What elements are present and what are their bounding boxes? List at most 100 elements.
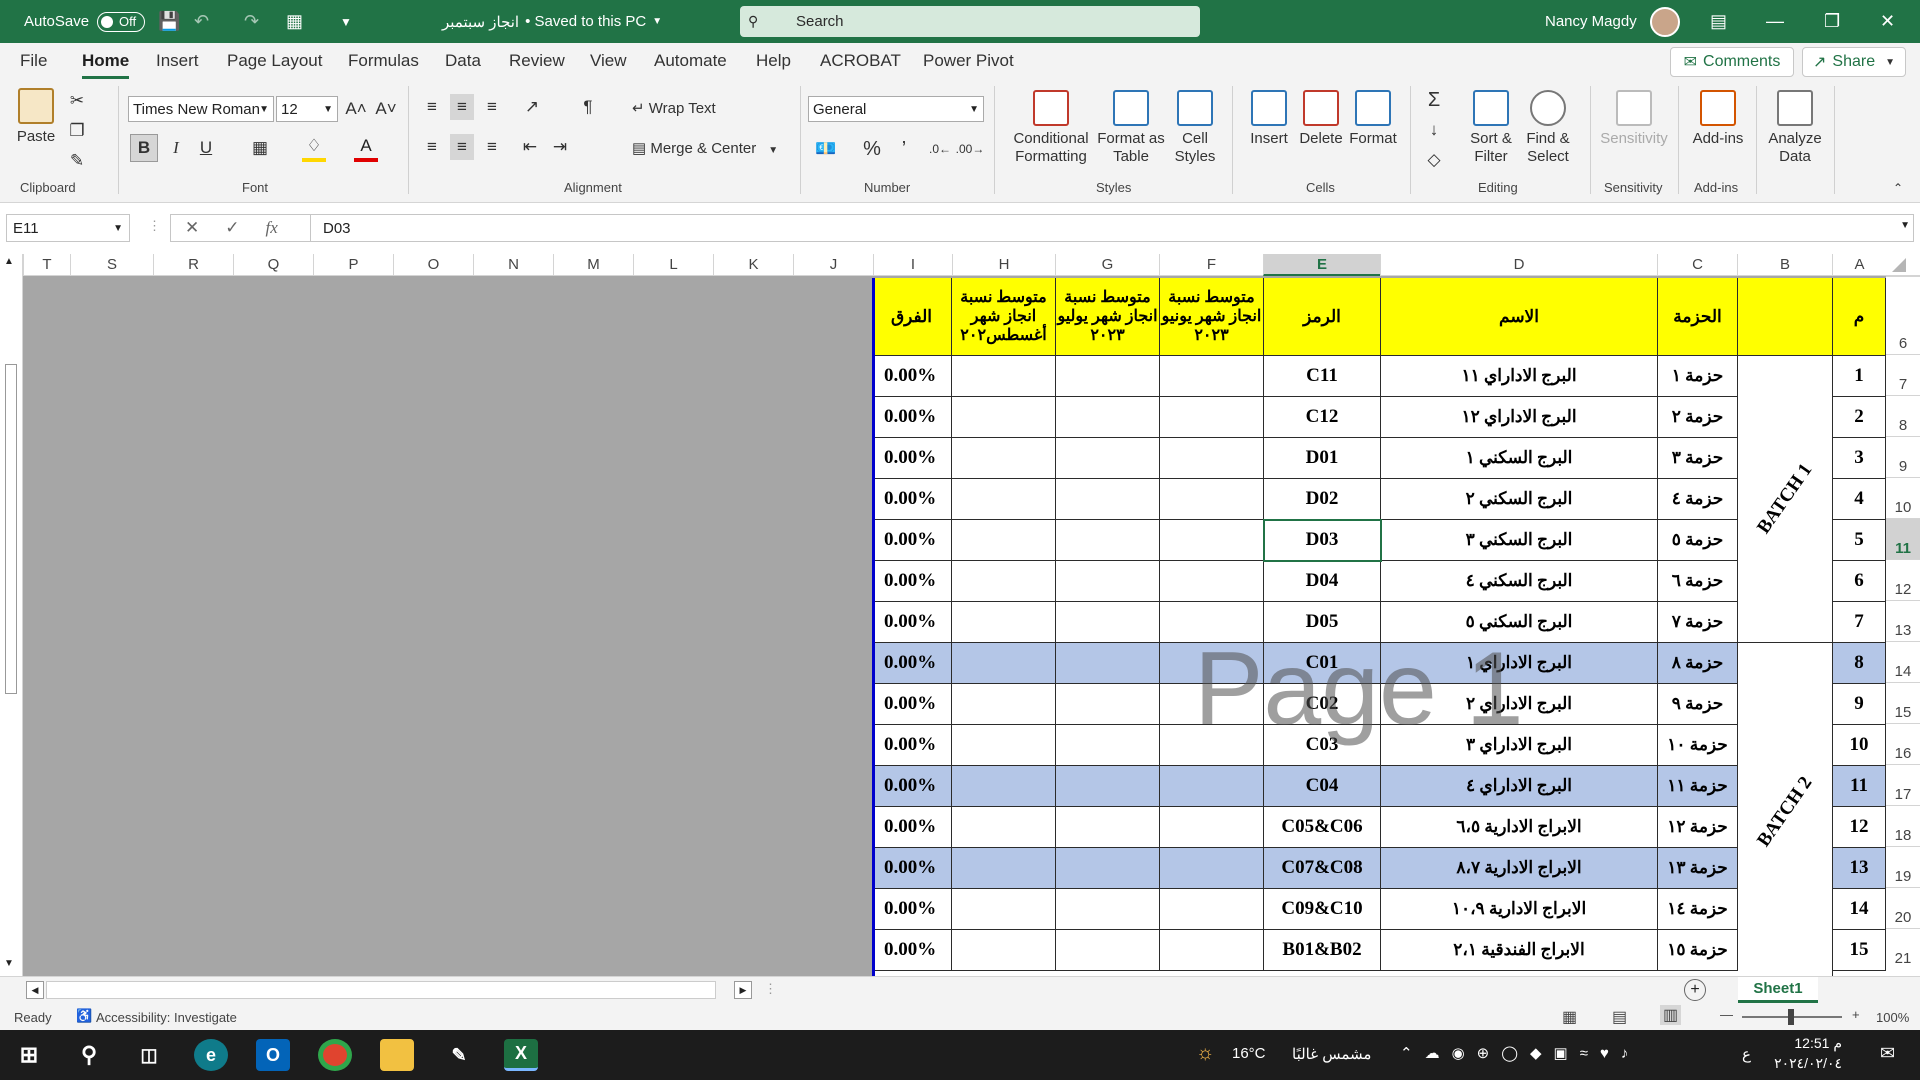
input-language[interactable]: ع: [1742, 1045, 1751, 1063]
column-header-d[interactable]: D: [1380, 254, 1657, 276]
file-explorer-icon[interactable]: [380, 1039, 414, 1071]
increase-indent-icon[interactable]: ⇥: [548, 134, 572, 160]
vertical-scrollbar[interactable]: ▲ ▼: [0, 254, 23, 976]
zoom-in-icon[interactable]: +: [1852, 1007, 1860, 1022]
table-cell-package[interactable]: حزمة ١٠: [1658, 725, 1738, 766]
clear-icon[interactable]: ◇: [1422, 148, 1446, 172]
weather-text[interactable]: مشمس غالبًا: [1292, 1045, 1371, 1063]
row-header-13[interactable]: 13: [1886, 600, 1920, 641]
table-cell-july[interactable]: [1056, 684, 1160, 725]
align-bottom-icon[interactable]: ≡: [480, 94, 504, 120]
worksheet-grid[interactable]: TSRQPONMLKJIHGFEDCBA ▲ ▼ 6 7 8 9 10 11 12 13 14 1…: [0, 254, 1920, 976]
ribbon-display-icon[interactable]: ▤: [1710, 0, 1727, 43]
table-cell-july[interactable]: [1056, 643, 1160, 684]
font-name-select[interactable]: Times New Roman ▼: [128, 96, 274, 122]
column-header-o[interactable]: O: [393, 254, 473, 276]
table-cell-diff[interactable]: 0.00%: [872, 848, 952, 889]
increase-decimal-icon[interactable]: .0←: [928, 136, 952, 162]
table-cell-code[interactable]: D03: [1264, 520, 1381, 561]
search-input[interactable]: ⚲ Search: [740, 6, 1200, 37]
align-top-icon[interactable]: ≡: [420, 94, 444, 120]
table-cell-m[interactable]: 3: [1833, 438, 1886, 479]
table-cell-june[interactable]: [1160, 397, 1264, 438]
header-june[interactable]: متوسط نسبة انجاز شهر يونيو ٢٠٢٣: [1160, 278, 1264, 356]
table-cell-diff[interactable]: 0.00%: [872, 356, 952, 397]
column-header-g[interactable]: G: [1055, 254, 1159, 276]
table-cell-august[interactable]: [952, 602, 1056, 643]
text-direction-icon[interactable]: ¶: [574, 94, 602, 120]
tab-view[interactable]: View: [590, 51, 627, 71]
table-cell-diff[interactable]: 0.00%: [872, 397, 952, 438]
table-cell-name[interactable]: البرج السكني ٥: [1381, 602, 1658, 643]
task-view-icon[interactable]: ◫: [132, 1039, 166, 1071]
table-cell-m[interactable]: 4: [1833, 479, 1886, 520]
column-header-k[interactable]: K: [713, 254, 793, 276]
comments-button[interactable]: ✉ Comments: [1670, 47, 1794, 77]
header-name[interactable]: الاسم: [1381, 278, 1658, 356]
addins-button[interactable]: Add-ins: [1688, 90, 1748, 148]
table-cell-package[interactable]: حزمة ٧: [1658, 602, 1738, 643]
table-cell-july[interactable]: [1056, 807, 1160, 848]
accessibility-status[interactable]: Accessibility: Investigate: [96, 1010, 237, 1025]
percent-icon[interactable]: %: [860, 136, 884, 162]
column-header-l[interactable]: L: [633, 254, 713, 276]
expand-formula-icon[interactable]: ▼: [1900, 220, 1910, 231]
orientation-icon[interactable]: ↗: [518, 94, 546, 120]
copy-icon[interactable]: ❐: [66, 120, 88, 142]
table-cell-name[interactable]: البرج الاداراي ١١: [1381, 356, 1658, 397]
temperature[interactable]: 16°C: [1232, 1045, 1266, 1062]
bold-button[interactable]: B: [130, 134, 158, 162]
insert-function-button[interactable]: fx: [266, 218, 278, 238]
cut-icon[interactable]: ✂: [66, 90, 88, 112]
zoom-slider-thumb[interactable]: [1788, 1009, 1794, 1025]
column-header-t[interactable]: T: [23, 254, 70, 276]
table-cell-code[interactable]: C07&C08: [1264, 848, 1381, 889]
table-cell-july[interactable]: [1056, 889, 1160, 930]
format-as-table-button[interactable]: Format as Table: [1096, 90, 1166, 166]
wrap-text-button[interactable]: ↵ Wrap Text: [632, 100, 716, 118]
table-cell-diff[interactable]: 0.00%: [872, 479, 952, 520]
table-cell-july[interactable]: [1056, 602, 1160, 643]
table-cell-june[interactable]: [1160, 356, 1264, 397]
formula-input[interactable]: D03: [310, 214, 1914, 242]
header-m[interactable]: م: [1833, 278, 1886, 356]
table-cell-code[interactable]: C01: [1264, 643, 1381, 684]
page-break-view-icon[interactable]: ▥: [1660, 1005, 1682, 1025]
decrease-indent-icon[interactable]: ⇤: [518, 134, 542, 160]
column-header-i[interactable]: I: [873, 254, 952, 276]
table-cell-package[interactable]: حزمة ٦: [1658, 561, 1738, 602]
table-cell-august[interactable]: [952, 807, 1056, 848]
table-cell-july[interactable]: [1056, 930, 1160, 971]
increase-font-icon[interactable]: A˄: [344, 96, 368, 122]
clock-date[interactable]: ٢٠٢٤/٠٢/٠٤: [1762, 1055, 1842, 1072]
batch-cell-2[interactable]: BATCH 2: [1738, 643, 1833, 976]
table-cell-name[interactable]: البرج الاداراي ٤: [1381, 766, 1658, 807]
table-cell-code[interactable]: B01&B02: [1264, 930, 1381, 971]
table-cell-diff[interactable]: 0.00%: [872, 684, 952, 725]
table-cell-june[interactable]: [1160, 684, 1264, 725]
table-cell-package[interactable]: حزمة ٤: [1658, 479, 1738, 520]
table-cell-august[interactable]: [952, 930, 1056, 971]
notifications-icon[interactable]: ✉: [1880, 1043, 1895, 1064]
format-painter-icon[interactable]: ✎: [66, 150, 88, 172]
table-cell-m[interactable]: 7: [1833, 602, 1886, 643]
table-cell-m[interactable]: 9: [1833, 684, 1886, 725]
table-cell-code[interactable]: D02: [1264, 479, 1381, 520]
table-cell-diff[interactable]: 0.00%: [872, 561, 952, 602]
save-icon[interactable]: 💾: [158, 0, 180, 43]
table-cell-june[interactable]: [1160, 930, 1264, 971]
table-cell-code[interactable]: D01: [1264, 438, 1381, 479]
table-cell-august[interactable]: [952, 520, 1056, 561]
customize-toolbar-icon[interactable]: ▼: [340, 0, 352, 43]
table-cell-code[interactable]: C03: [1264, 725, 1381, 766]
table-cell-diff[interactable]: 0.00%: [872, 889, 952, 930]
analyze-data-button[interactable]: Analyze Data: [1762, 90, 1828, 166]
table-cell-m[interactable]: 13: [1833, 848, 1886, 889]
fill-icon[interactable]: ↓: [1422, 118, 1446, 142]
table-cell-june[interactable]: [1160, 643, 1264, 684]
row-header-17[interactable]: 17: [1886, 764, 1920, 805]
row-header-6[interactable]: 6: [1886, 276, 1920, 354]
name-box[interactable]: E11 ▼: [6, 214, 130, 242]
accounting-format-icon[interactable]: 💶: [812, 136, 840, 162]
table-cell-package[interactable]: حزمة ١٤: [1658, 889, 1738, 930]
